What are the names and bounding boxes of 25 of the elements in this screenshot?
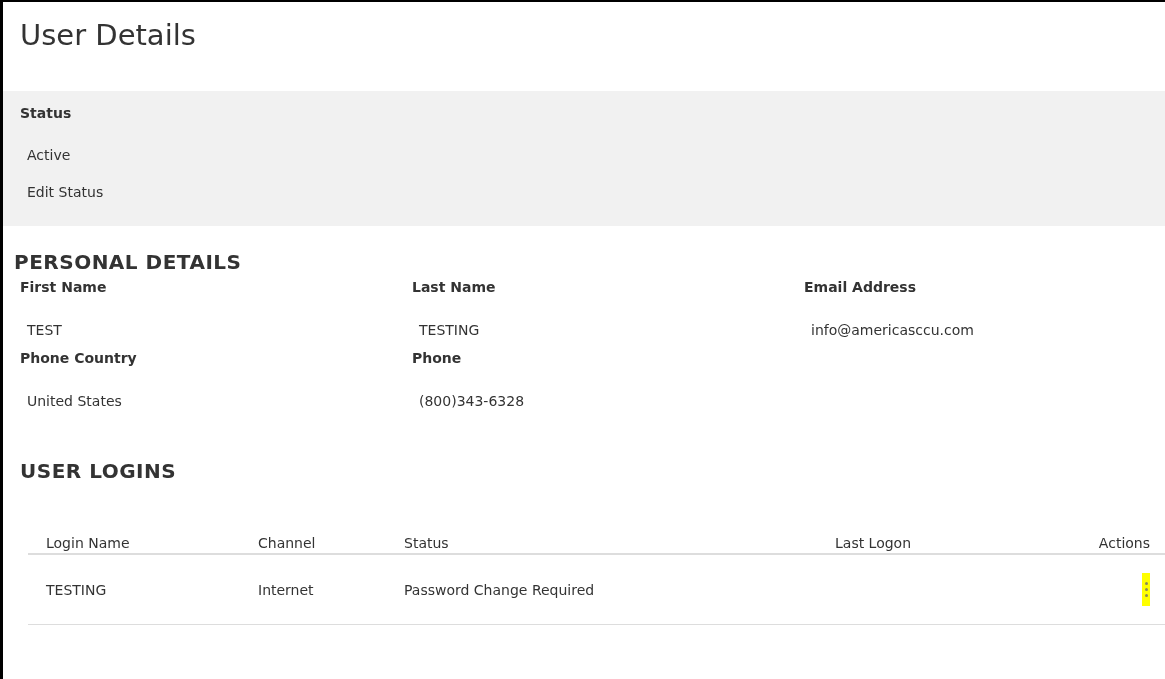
section-heading: USER LOGINS: [20, 458, 177, 484]
column-header: Status: [404, 535, 449, 551]
column-header: Last Logon: [835, 535, 912, 551]
status-label: Status: [20, 104, 72, 122]
table-cell: Password Change Required: [404, 580, 595, 599]
table-cell: Internet: [258, 580, 314, 599]
column-header: Login Name: [46, 535, 130, 551]
field-label: First Name: [20, 278, 107, 296]
edit-status-link[interactable]: Edit Status: [27, 183, 104, 201]
field-value: (800)343-6328: [419, 392, 525, 410]
field-value: United States: [27, 392, 122, 410]
more-actions-button[interactable]: [1142, 573, 1150, 606]
column-header: Channel: [258, 535, 316, 551]
field-label: Email Address: [804, 278, 916, 296]
field-value: info@americasccu.com: [811, 321, 974, 339]
field-value: TEST: [27, 321, 62, 339]
status-value: Active: [27, 146, 71, 164]
section-heading: PERSONAL DETAILS: [14, 249, 242, 275]
field-value: TESTING: [419, 321, 480, 339]
table-cell: TESTING: [46, 580, 107, 599]
field-label: Phone: [412, 349, 462, 367]
field-label: Last Name: [412, 278, 496, 296]
column-header: Actions: [1098, 535, 1150, 551]
page-title: User Details: [20, 17, 196, 54]
field-label: Phone Country: [20, 349, 137, 367]
